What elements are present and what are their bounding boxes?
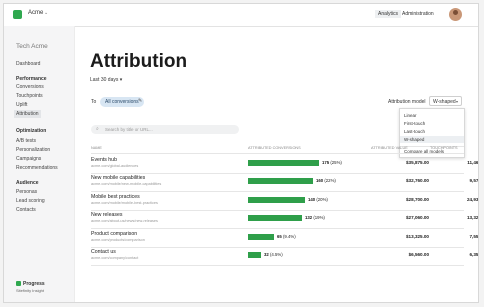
row-url[interactable]: acme.com/about-us/news/new-releases (91, 219, 158, 223)
column-header-conversions[interactable]: Attributed conversions (248, 146, 301, 150)
pencil-icon[interactable]: ✎ (138, 98, 142, 104)
org-name: Tech Acme (16, 43, 48, 50)
progress-logo-icon (16, 281, 21, 287)
progress-subtitle: Sitefinity Insight (16, 288, 45, 293)
touchpoint-count: 11,467 (467, 160, 479, 165)
touchpoint-count: 7,552 (469, 233, 479, 239)
chevron-down-icon[interactable]: ⌄ (44, 10, 48, 16)
sidebar-item-recommendations[interactable]: Recommendations (16, 165, 58, 171)
attribution-model-dropdown: Linear First-touch Last-touch W-shaped C… (399, 108, 465, 158)
app-window: Acme ⌄ Analytics Administration Tech Acm… (3, 3, 479, 303)
touchpoint-count: 13,324 (466, 215, 479, 221)
sidebar-item-lead-scoring[interactable]: Lead scoring (16, 198, 45, 204)
column-header-name[interactable]: Name (91, 146, 102, 150)
sidebar-item-attribution[interactable]: Attribution (14, 110, 41, 118)
conversion-label: 32 (4.5%) (264, 252, 283, 257)
to-label: To (91, 99, 97, 105)
app-switcher[interactable]: Acme (28, 10, 43, 16)
top-bar: Acme ⌄ Analytics Administration (4, 4, 478, 27)
progress-logo: Progress (16, 281, 45, 287)
chevron-down-icon: ▾ (455, 99, 458, 104)
attribution-model-label: Attribution model (388, 99, 426, 105)
main-content: Attribution Last 30 days ▾ To All conver… (75, 26, 478, 302)
sidebar: Tech Acme Dashboard Performance Conversi… (4, 26, 75, 302)
search-icon: ⌕ (96, 126, 99, 132)
acme-logo-icon (13, 10, 22, 19)
progress-brand: Progress (23, 281, 45, 287)
row-url[interactable]: acme.com/mobile/mobile-best-practices (91, 201, 158, 205)
attributed-value: $27,060.00 (406, 215, 429, 221)
row-name[interactable]: Events hub (91, 157, 117, 163)
sidebar-item-dashboard[interactable]: Dashboard (16, 61, 40, 67)
conversion-percent: (25%) (329, 160, 342, 165)
row-url[interactable]: acme.com/products/comparison (91, 238, 145, 242)
sidebar-item-campaigns[interactable]: Campaigns (16, 156, 41, 162)
attributed-value: $6,560.00 (408, 252, 429, 257)
sidebar-item-uplift[interactable]: Uplift (16, 102, 27, 108)
row-url[interactable]: acme.com/company/contact (91, 256, 138, 260)
touchpoint-count: 24,936 (466, 196, 479, 202)
model-option-linear[interactable]: Linear (404, 113, 417, 118)
nav-administration[interactable]: Administration (402, 11, 434, 17)
model-option-w-shaped[interactable]: W-shaped (400, 136, 464, 143)
touchpoint-count: 6,359 (469, 252, 479, 257)
conversion-bar (248, 252, 261, 258)
chevron-down-icon: ▾ (119, 77, 123, 83)
model-option-first-touch[interactable]: First-touch (404, 121, 425, 126)
row-url[interactable]: acme.com/global-audiences (91, 164, 138, 168)
table-header-divider (91, 153, 464, 154)
row-name[interactable]: Mobile best practices (91, 194, 140, 200)
attribution-model-value: W-shaped (433, 99, 456, 105)
page-title: Attribution (90, 51, 188, 72)
attribution-model-select[interactable]: W-shaped ▾ (429, 96, 462, 106)
column-header-value[interactable]: Attributed value (371, 146, 408, 150)
conversion-bar (248, 196, 305, 203)
conversion-bar (248, 160, 319, 166)
date-range-selector[interactable]: Last 30 days ▾ (90, 77, 122, 83)
conversion-percent: (9.4%) (281, 233, 296, 239)
row-name[interactable]: Product comparison (91, 231, 137, 237)
avatar-face-icon (453, 10, 458, 15)
conversion-percent: (19%) (312, 215, 325, 221)
row-divider (91, 265, 464, 266)
touchpoint-count: 9,576 (469, 178, 479, 184)
nav-analytics[interactable]: Analytics (375, 10, 402, 18)
row-name[interactable]: Contact us (91, 249, 116, 255)
conversion-bar (248, 215, 302, 222)
column-header-touchpoints[interactable]: Touchpoints (430, 146, 458, 150)
conversion-bar (248, 178, 313, 185)
conversion-percent: (20%) (315, 196, 328, 202)
sidebar-heading-performance: Performance (16, 76, 47, 82)
conversion-label: 132 (19%) (305, 215, 325, 220)
conversion-percent: (4.5%) (268, 252, 283, 257)
date-range-label: Last 30 days (90, 77, 119, 83)
conversion-label: 140 (20%) (308, 197, 328, 202)
avatar[interactable] (449, 8, 462, 21)
conversion-percent: (22%) (323, 178, 336, 184)
model-option-last-touch[interactable]: Last-touch (404, 129, 425, 134)
conversion-label: 160 (22%) (316, 178, 336, 183)
conversion-label: 65 (9.4%) (277, 234, 296, 239)
sidebar-item-touchpoints[interactable]: Touchpoints (16, 93, 43, 99)
attributed-value: $32,760.00 (406, 178, 429, 184)
sidebar-item-ab-tests[interactable]: A/B tests (16, 138, 36, 144)
sidebar-item-contacts[interactable]: Contacts (16, 207, 36, 213)
sidebar-heading-audience: Audience (16, 180, 39, 186)
row-name[interactable]: New mobile capabilities (91, 175, 145, 181)
sidebar-heading-optimization: Optimization (16, 128, 47, 134)
sidebar-item-personas[interactable]: Personas (16, 189, 37, 195)
sidebar-item-personalization[interactable]: Personalization (16, 147, 50, 153)
search-placeholder: Search by title or URL... (105, 127, 153, 132)
conversion-label: 175 (25%) (322, 160, 342, 165)
row-url[interactable]: acme.com/mobile/new-mobile-capabilities (91, 182, 161, 186)
conversion-bar (248, 233, 274, 240)
attributed-value: $13,325.00 (406, 233, 429, 239)
row-name[interactable]: New releases (91, 212, 122, 218)
search-input[interactable]: ⌕ Search by title or URL... (91, 125, 239, 134)
attributed-value: $28,700.00 (406, 196, 429, 202)
sidebar-item-conversions[interactable]: Conversions (16, 84, 44, 90)
attributed-value: $35,875.00 (406, 160, 429, 165)
